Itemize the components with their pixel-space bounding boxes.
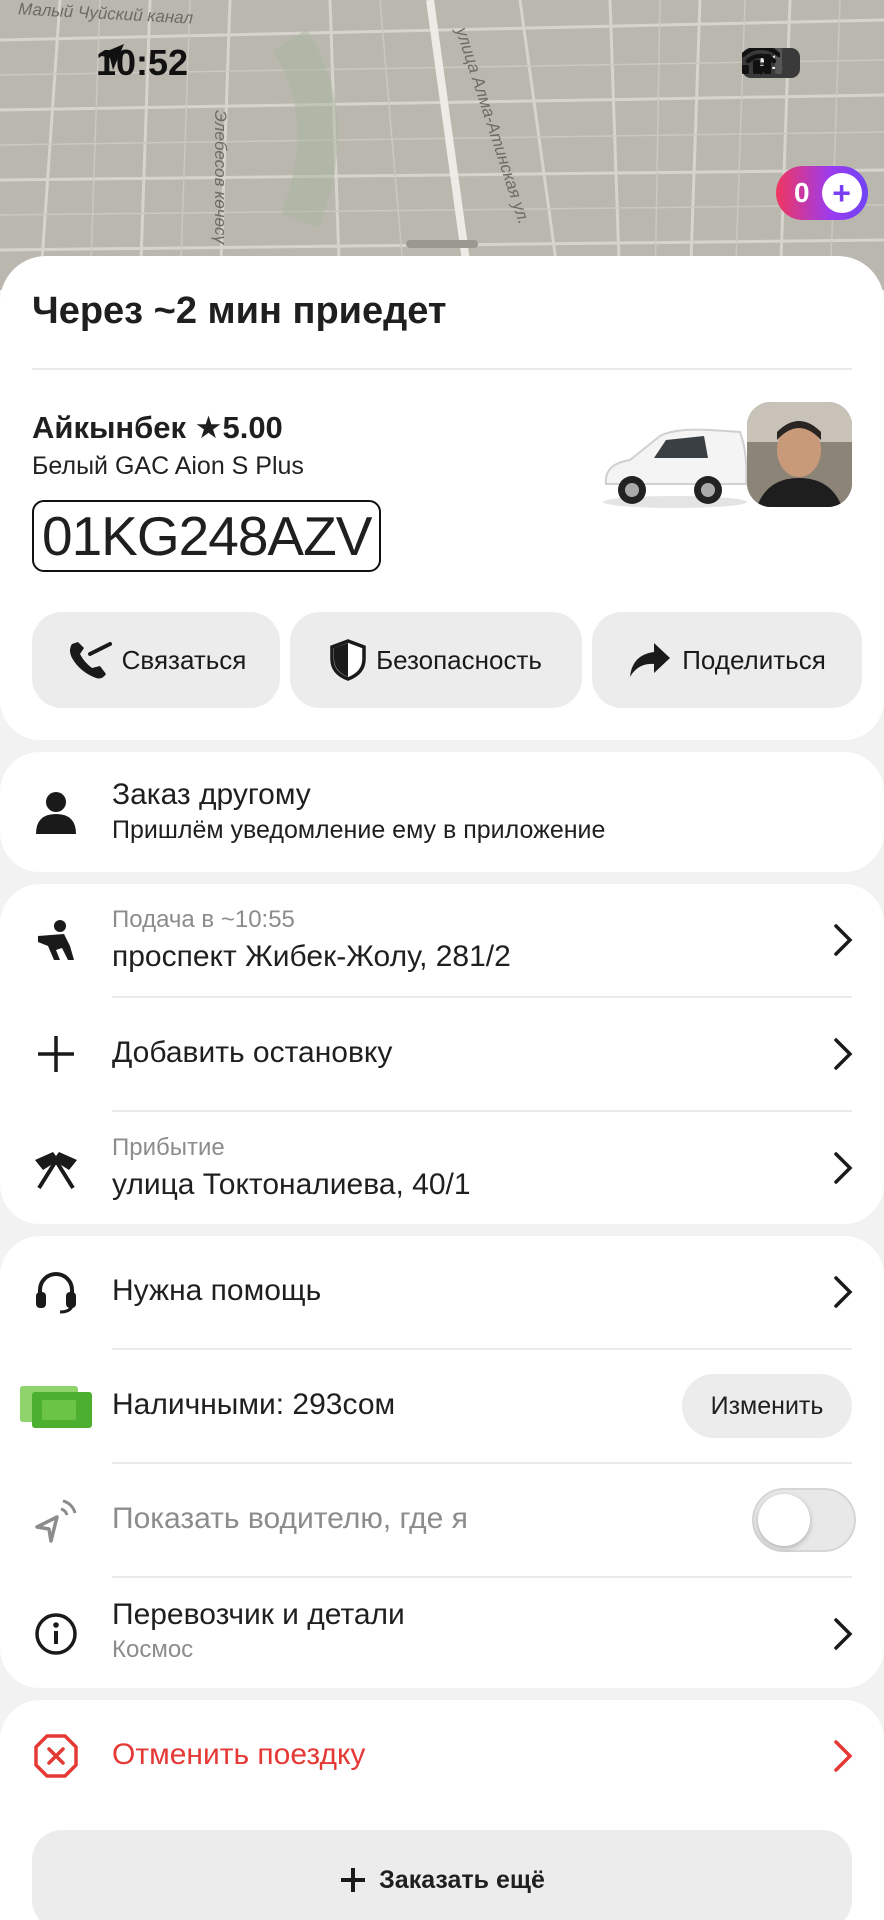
safety-button[interactable]: Безопасность: [290, 612, 582, 708]
change-payment-button[interactable]: Изменить: [682, 1374, 852, 1438]
safety-label: Безопасность: [376, 644, 542, 675]
details-card: Нужна помощь Наличными: 293сом Изменить …: [0, 1236, 884, 1688]
order-for-other-row[interactable]: Заказ другому Пришлём уведомление ему в …: [0, 752, 884, 872]
contact-label: Связаться: [121, 644, 247, 675]
cash-icon: [18, 1378, 94, 1434]
carrier-name: Космос: [112, 1636, 194, 1663]
share-arrow-icon: [630, 643, 671, 677]
show-location-label: Показать водителю, где я: [112, 1502, 468, 1535]
person-icon: [28, 784, 84, 840]
chevron-right-icon: [834, 1276, 853, 1308]
phone-icon: [69, 642, 112, 679]
wifi-icon: [742, 48, 780, 75]
ride-card: Через ~2 мин приедет Айкынбек ★5.00 Белы…: [0, 256, 884, 740]
show-location-toggle[interactable]: [752, 1488, 856, 1552]
car-model: Белый GAC Aion S Plus: [32, 452, 304, 480]
cancel-x-icon: [28, 1728, 84, 1784]
contact-button[interactable]: Связаться: [32, 612, 280, 708]
chevron-right-icon: [834, 1618, 853, 1650]
chevron-right-icon: [834, 1152, 853, 1184]
help-label: Нужна помощь: [112, 1274, 322, 1307]
plus-icon: [28, 1026, 84, 1082]
plus-points-badge[interactable]: 0 +: [776, 166, 868, 220]
order-for-other-subtitle: Пришлём уведомление ему в приложение: [112, 816, 606, 844]
route-card: Подача в ~10:55 проспект Жибек-Жолу, 281…: [0, 884, 884, 1224]
eta-title: Через ~2 мин приедет: [32, 290, 447, 332]
share-label: Поделиться: [682, 644, 826, 675]
carrier-title: Перевозчик и детали: [112, 1598, 405, 1631]
finish-flags-icon: [28, 1140, 84, 1196]
plus-icon: +: [821, 173, 862, 213]
plus-points-count: 0: [794, 177, 810, 208]
show-location-row[interactable]: Показать водителю, где я: [0, 1464, 884, 1576]
chevron-right-icon: [834, 924, 853, 956]
driver-name: Айкынбек ★5.00: [32, 410, 283, 445]
pickup-row[interactable]: Подача в ~10:55 проспект Жибек-Жолу, 281…: [0, 884, 884, 996]
status-icons: 51: [742, 48, 800, 78]
arrival-address: улица Токтоналиева, 40/1: [112, 1168, 471, 1201]
order-more-label: Заказать ещё: [379, 1865, 545, 1894]
add-stop-label: Добавить остановку: [112, 1036, 393, 1069]
pickup-address: проспект Жибек-Жолу, 281/2: [112, 940, 511, 973]
pickup-person-icon: [28, 912, 84, 968]
map-label-street-1: Элебесов көчөсү: [211, 110, 230, 244]
payment-label: Наличными: 293сом: [112, 1388, 396, 1421]
plus-icon: [341, 1868, 366, 1892]
map-view[interactable]: Малый Чуйский канал Элебесов көчөсү улиц…: [0, 0, 884, 290]
payment-row[interactable]: Наличными: 293сом Изменить: [0, 1350, 884, 1462]
shield-icon: [330, 639, 366, 681]
location-broadcast-icon: [28, 1492, 84, 1548]
order-for-other-card[interactable]: Заказ другому Пришлём уведомление ему в …: [0, 752, 884, 872]
pickup-label: Подача в ~10:55: [112, 906, 295, 933]
car-image: [603, 428, 748, 508]
cancel-ride-label: Отменить поездку: [112, 1738, 366, 1771]
order-more-button[interactable]: Заказать ещё: [32, 1830, 852, 1920]
driver-photo: [747, 402, 852, 507]
order-for-other-title: Заказ другому: [112, 778, 311, 811]
location-arrow-icon: [98, 44, 124, 70]
toggle-knob: [758, 1494, 810, 1546]
sheet-handle[interactable]: [406, 240, 478, 248]
arrival-row[interactable]: Прибытие улица Токтоналиева, 40/1: [0, 1112, 884, 1224]
divider: [32, 368, 852, 370]
status-bar: 10:52 51: [0, 0, 884, 130]
carrier-row[interactable]: Перевозчик и детали Космос: [0, 1578, 884, 1688]
share-button[interactable]: Поделиться: [592, 612, 862, 708]
headset-icon: [28, 1264, 84, 1320]
status-time: 10:52: [96, 42, 188, 84]
chevron-right-icon: [834, 1038, 853, 1070]
license-plate: 01KG248AZV: [32, 500, 382, 572]
arrival-label: Прибытие: [112, 1134, 225, 1161]
add-stop-row[interactable]: Добавить остановку: [0, 998, 884, 1110]
help-row[interactable]: Нужна помощь: [0, 1236, 884, 1348]
info-icon: [28, 1606, 84, 1662]
cancel-ride-row[interactable]: Отменить поездку: [0, 1700, 884, 1812]
chevron-right-icon: [834, 1740, 853, 1772]
driver-avatar[interactable]: [747, 402, 852, 507]
